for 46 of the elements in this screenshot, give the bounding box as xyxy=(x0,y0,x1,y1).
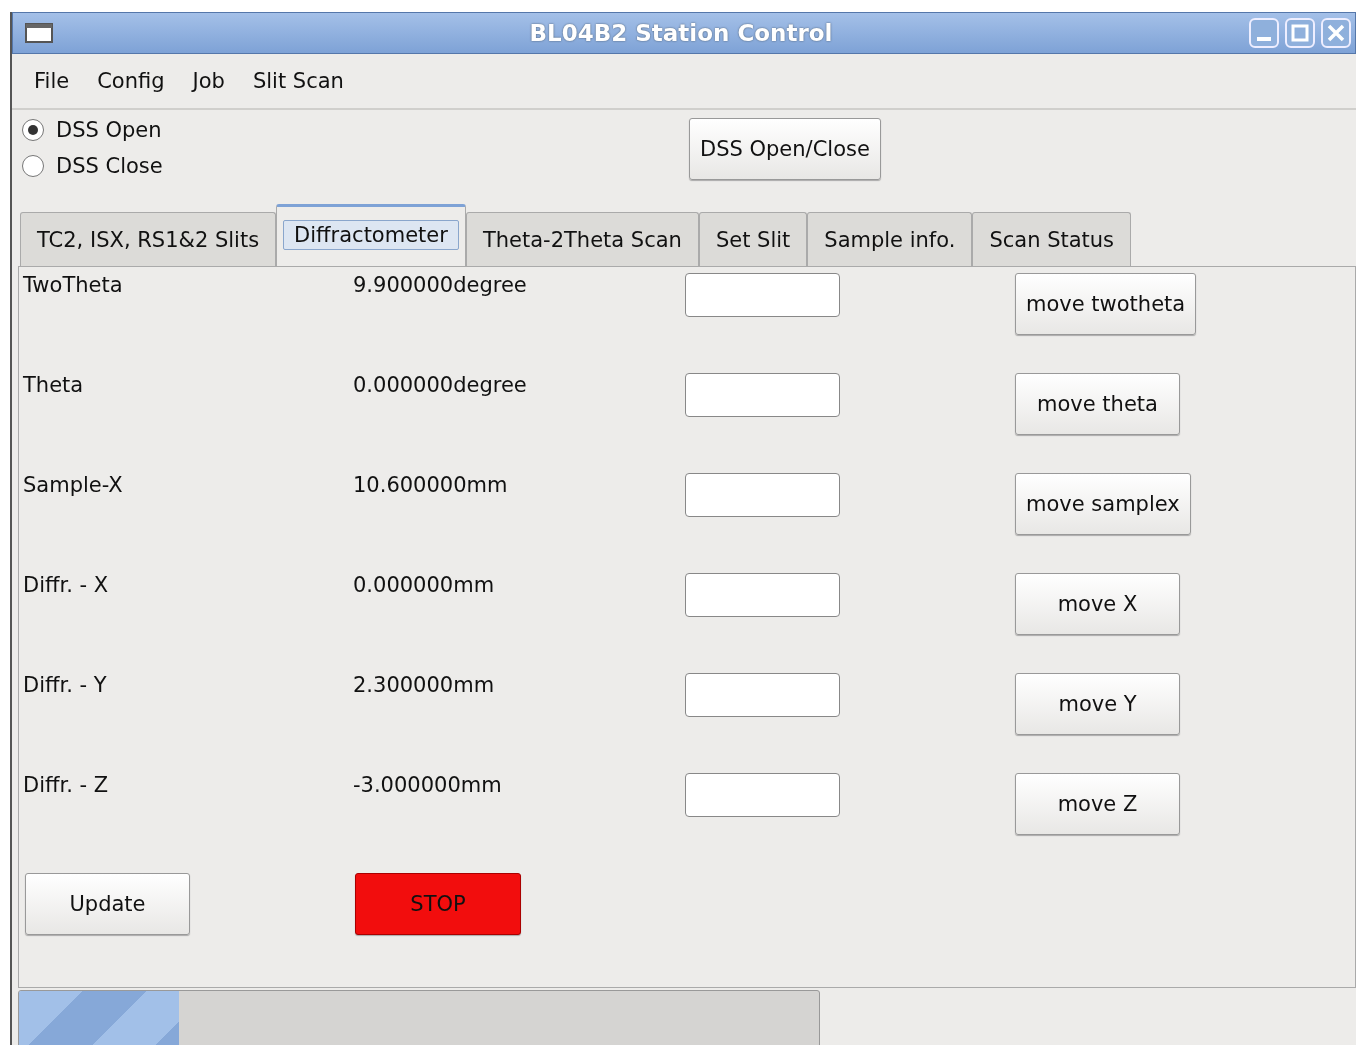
menu-item[interactable]: File xyxy=(34,69,70,93)
maximize-icon[interactable] xyxy=(1285,18,1315,48)
radio-label: DSS Close xyxy=(56,154,163,178)
window-title: BL04B2 Station Control xyxy=(528,20,833,46)
tab[interactable]: Diffractometer xyxy=(276,204,466,266)
input-field[interactable] xyxy=(685,473,840,517)
move-button[interactable]: move Z xyxy=(1015,773,1180,835)
menu-item[interactable]: Job xyxy=(192,69,225,93)
input-field[interactable] xyxy=(685,373,840,417)
tab[interactable]: Scan Status xyxy=(972,212,1132,266)
axis-value: 0.000000degree xyxy=(353,372,528,399)
move-button[interactable]: move X xyxy=(1015,573,1180,635)
axis-label: Diffr. - Z xyxy=(23,772,110,799)
axis-value: 0.000000mm xyxy=(353,572,496,599)
input-field[interactable] xyxy=(685,673,840,717)
stop-button[interactable]: STOP xyxy=(355,873,521,935)
axis-value: 9.900000degree xyxy=(353,272,528,299)
axis-label: TwoTheta xyxy=(23,272,124,299)
input-field[interactable] xyxy=(685,573,840,617)
axis-value: 10.600000mm xyxy=(353,472,509,499)
move-button[interactable]: move samplex xyxy=(1015,473,1191,535)
menu-item[interactable]: Slit Scan xyxy=(252,69,344,93)
axis-value: 2.300000mm xyxy=(353,672,496,699)
input-field[interactable] xyxy=(685,773,840,817)
radio-label: DSS Open xyxy=(56,118,162,142)
radio-button[interactable] xyxy=(22,155,44,177)
move-button[interactable]: move Y xyxy=(1015,673,1180,735)
tab[interactable]: TC2, ISX, RS1&2 Slits xyxy=(20,212,277,266)
close-icon[interactable] xyxy=(1321,18,1351,48)
dss-open-close-button[interactable]: DSS Open/Close xyxy=(689,118,881,180)
axis-label: Theta xyxy=(23,372,85,399)
radio-button[interactable] xyxy=(22,119,44,141)
window-icon xyxy=(25,23,53,43)
input-field[interactable] xyxy=(685,273,840,317)
tab[interactable]: Theta-2Theta Scan xyxy=(465,212,699,266)
menu-item[interactable]: Config xyxy=(97,69,165,93)
update-button[interactable]: Update xyxy=(25,873,190,935)
tab[interactable]: Sample info. xyxy=(807,212,973,266)
minimize-icon[interactable] xyxy=(1249,18,1279,48)
move-button[interactable]: move twotheta xyxy=(1015,273,1197,335)
axis-value: -3.000000mm xyxy=(353,772,503,799)
axis-label: Sample-X xyxy=(23,472,124,499)
axis-label: Diffr. - X xyxy=(23,572,110,599)
axis-label: Diffr. - Y xyxy=(23,672,108,699)
move-button[interactable]: move theta xyxy=(1015,373,1180,435)
tab[interactable]: Set Slit xyxy=(698,212,808,266)
